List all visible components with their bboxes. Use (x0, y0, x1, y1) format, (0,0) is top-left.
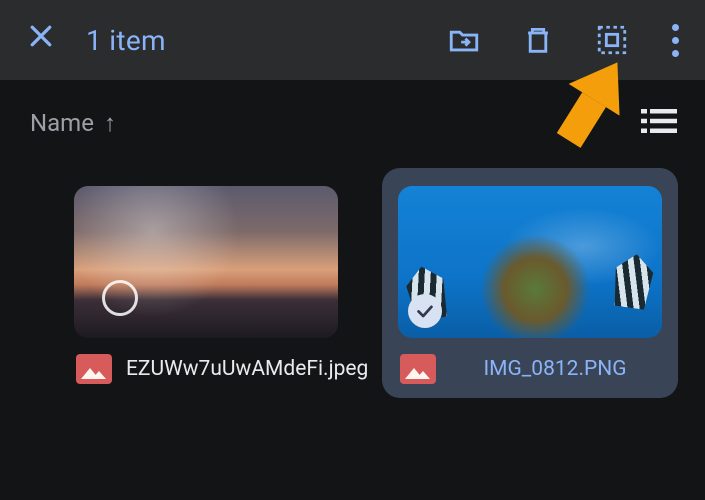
file-thumbnail (74, 186, 338, 338)
selected-check-icon (408, 294, 442, 328)
list-view-icon[interactable] (641, 106, 677, 140)
more-menu-icon[interactable] (666, 18, 685, 63)
file-item[interactable]: EZUWw7uUwAMdeFi.jpeg (58, 168, 354, 398)
sort-bar: Name ↑ (0, 80, 705, 150)
file-grid: EZUWw7uUwAMdeFi.jpeg IMG_0812.PNG (0, 150, 705, 398)
file-item[interactable]: IMG_0812.PNG (382, 168, 678, 398)
image-file-icon (76, 354, 112, 384)
selection-toolbar: 1 item (0, 0, 705, 80)
move-icon[interactable] (444, 20, 484, 60)
trash-icon[interactable] (518, 20, 558, 60)
image-file-icon (400, 354, 436, 384)
selection-count: 1 item (86, 24, 166, 57)
file-name: IMG_0812.PNG (450, 356, 660, 382)
file-name: EZUWw7uUwAMdeFi.jpeg (126, 356, 368, 382)
select-all-icon[interactable] (592, 20, 632, 60)
sort-label: Name (30, 109, 94, 137)
close-selection-button[interactable] (20, 14, 62, 66)
file-thumbnail (398, 186, 662, 338)
sort-direction-icon: ↑ (104, 109, 116, 138)
sort-button[interactable]: Name ↑ (30, 109, 116, 138)
